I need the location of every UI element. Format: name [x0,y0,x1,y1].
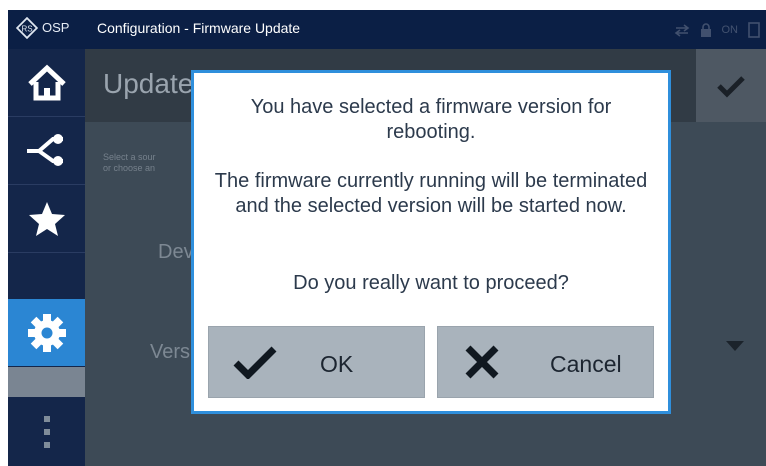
confirm-reboot-dialog: You have selected a firmware version for… [191,70,671,414]
gear-icon [27,313,66,352]
hint-text: Select a sour or choose an [103,152,156,174]
window-title: Configuration - Firmware Update [97,20,301,36]
version-label: Versi [150,341,195,363]
nav-settings[interactable] [8,299,85,366]
lock-icon [700,23,711,37]
network-icon [674,24,689,37]
nav-favorites[interactable] [8,185,85,252]
hint-line-2: or choose an [103,163,156,173]
ok-button-label: OK [320,351,354,377]
home-icon [27,64,66,100]
page-title: Update [103,68,194,99]
nav-connection[interactable] [8,117,85,184]
more-vertical-icon [43,415,50,448]
nav-home[interactable] [8,49,85,116]
logo-text: OSP [42,20,70,35]
dialog-message-2: The firmware currently running will be t… [214,170,648,217]
rs-logo-icon: RS [16,17,38,39]
status-icons: ON [674,21,761,39]
nav-more[interactable] [8,397,85,466]
sidebar [8,49,85,466]
apply-button[interactable] [696,49,766,122]
cancel-button[interactable]: Cancel [437,326,654,398]
device-label: Dev [158,241,194,263]
cancel-button-label: Cancel [550,351,622,377]
sidebar-spacer [8,367,85,397]
dialog-message-1: You have selected a firmware version for… [250,96,612,143]
check-icon [717,75,745,98]
svg-text:RS: RS [21,25,32,34]
document-icon [748,22,760,38]
hint-line-1: Select a sour [103,152,156,162]
check-icon [233,346,277,379]
status-text: ON [721,24,739,36]
title-bar: RS OSP Configuration - Firmware Update O… [8,10,766,49]
version-dropdown-arrow-icon[interactable] [726,341,744,351]
ok-button[interactable]: OK [208,326,425,398]
dialog-question: Do you really want to proceed? [293,272,569,294]
close-icon [465,345,499,379]
star-icon [28,201,65,236]
app-screen: RS OSP Configuration - Firmware Update O… [8,10,766,466]
connection-icon [26,133,63,166]
